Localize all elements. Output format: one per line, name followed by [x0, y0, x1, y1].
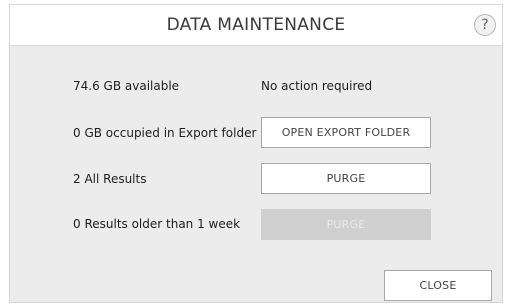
- export-folder-label: 0 GB occupied in Export folder: [73, 126, 257, 140]
- open-export-folder-button[interactable]: OPEN EXPORT FOLDER: [261, 117, 431, 148]
- purge-all-results-button[interactable]: PURGE: [261, 163, 431, 194]
- help-icon[interactable]: ?: [474, 14, 496, 36]
- dialog-title: DATA MAINTENANCE: [166, 15, 346, 35]
- data-maintenance-dialog: DATA MAINTENANCE ? 74.6 GB available No …: [9, 4, 503, 303]
- dialog-header: DATA MAINTENANCE ?: [10, 5, 502, 46]
- old-results-label: 0 Results older than 1 week: [73, 217, 241, 231]
- all-results-label: 2 All Results: [73, 172, 147, 186]
- close-button[interactable]: CLOSE: [384, 270, 492, 301]
- purge-old-results-button[interactable]: PURGE: [261, 209, 431, 240]
- available-space-status: No action required: [261, 79, 373, 93]
- available-space-label: 74.6 GB available: [73, 79, 180, 93]
